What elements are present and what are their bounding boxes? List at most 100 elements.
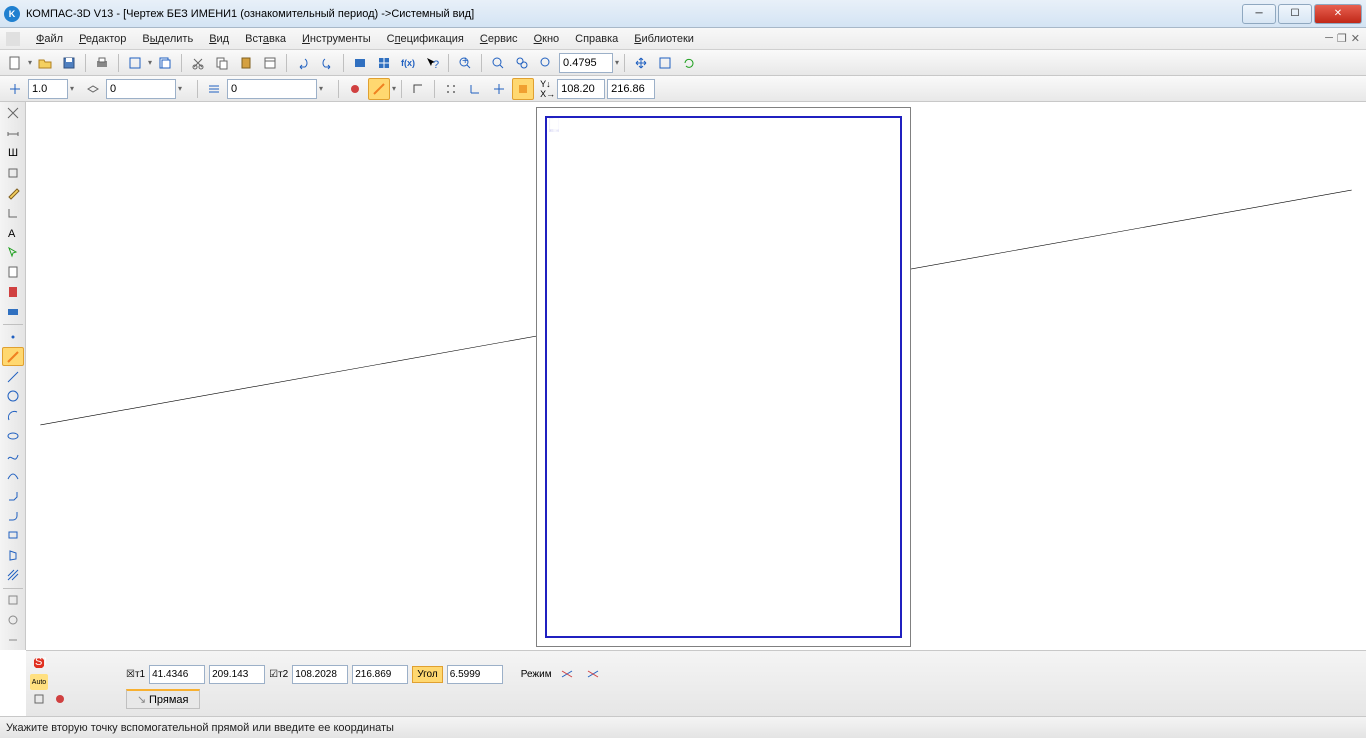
hatch-tool[interactable]: [2, 566, 24, 585]
misc-tool-1[interactable]: [2, 591, 24, 610]
spec-panel-button[interactable]: [2, 263, 24, 282]
variables-button[interactable]: f(x): [397, 52, 419, 74]
t1-checkbox[interactable]: ☒т1: [126, 669, 145, 680]
menu-libs[interactable]: Библиотеки: [626, 31, 702, 47]
grid-button[interactable]: [373, 52, 395, 74]
t1-y-input[interactable]: [209, 665, 265, 684]
menu-file[interactable]: Файл: [28, 31, 71, 47]
select-panel-button[interactable]: [2, 243, 24, 262]
grid-snap-button[interactable]: [440, 78, 462, 100]
t2-y-input[interactable]: [352, 665, 408, 684]
dimensions-panel-button[interactable]: [2, 124, 24, 143]
close-button[interactable]: ✕: [1314, 4, 1362, 24]
angle-input[interactable]: [447, 665, 503, 684]
misc-tool-3[interactable]: [2, 630, 24, 649]
parametric-panel-button[interactable]: [2, 203, 24, 222]
linestyle-icon[interactable]: [203, 78, 225, 100]
zoom-input[interactable]: [559, 53, 613, 73]
minimize-button[interactable]: ─: [1242, 4, 1276, 24]
zoom-window-button[interactable]: [487, 52, 509, 74]
menu-service[interactable]: Сервис: [472, 31, 526, 47]
cut-button[interactable]: [187, 52, 209, 74]
coord-x-input[interactable]: [557, 79, 605, 99]
scale-input[interactable]: [28, 79, 68, 99]
zoom-in-button[interactable]: +: [454, 52, 476, 74]
aux-mode-button[interactable]: [368, 78, 390, 100]
reports-panel-button[interactable]: [2, 283, 24, 302]
layer-toggle-button[interactable]: [82, 78, 104, 100]
mdi-restore[interactable]: ❐: [1337, 32, 1347, 45]
t1-x-input[interactable]: [149, 665, 205, 684]
spline-tool[interactable]: [2, 447, 24, 466]
angle-label[interactable]: Угол: [412, 666, 443, 683]
chamfer-tool[interactable]: [2, 486, 24, 505]
misc-tool-2[interactable]: [2, 610, 24, 629]
preview-button[interactable]: [124, 52, 146, 74]
menu-view[interactable]: Вид: [201, 31, 237, 47]
library-button[interactable]: [349, 52, 371, 74]
pan-button[interactable]: [630, 52, 652, 74]
zoom-fit-button[interactable]: [654, 52, 676, 74]
style-input[interactable]: [227, 79, 317, 99]
point-tool[interactable]: [2, 327, 24, 346]
stop-button[interactable]: STOP: [30, 655, 48, 671]
mdi-doc-icon: [6, 32, 20, 46]
param-mode-button[interactable]: [512, 78, 534, 100]
local-cs-button[interactable]: [464, 78, 486, 100]
auto-button[interactable]: Auto: [30, 674, 48, 690]
maximize-button[interactable]: ☐: [1278, 4, 1312, 24]
t2-x-input[interactable]: [292, 665, 348, 684]
coord-y-input[interactable]: [607, 79, 655, 99]
rect-tool[interactable]: [2, 526, 24, 545]
drawing-canvas[interactable]: Угол 6.5999 +т1: [26, 102, 1366, 650]
mode-opt1[interactable]: [556, 663, 578, 685]
cursor-step-button[interactable]: [4, 78, 26, 100]
mdi-close[interactable]: ✕: [1351, 32, 1360, 45]
mdi-min[interactable]: ─: [1325, 32, 1333, 45]
panel-tab-line[interactable]: ↘ Прямая: [126, 689, 200, 709]
copy-button[interactable]: [211, 52, 233, 74]
zoom-dynamic-button[interactable]: [511, 52, 533, 74]
print-button[interactable]: [91, 52, 113, 74]
ellipse-tool[interactable]: [2, 427, 24, 446]
menu-window[interactable]: Окно: [526, 31, 568, 47]
panel-opt1[interactable]: [30, 691, 48, 707]
line-tool[interactable]: [2, 367, 24, 386]
views-panel-button[interactable]: [2, 303, 24, 322]
construction-panel-button[interactable]: [2, 164, 24, 183]
open-button[interactable]: [34, 52, 56, 74]
arc-tool[interactable]: [2, 407, 24, 426]
aux-line-tool[interactable]: [2, 347, 24, 366]
undo-button[interactable]: [292, 52, 314, 74]
mode-opt2[interactable]: [582, 663, 604, 685]
menu-editor[interactable]: Редактор: [71, 31, 134, 47]
panel-opt2[interactable]: [51, 691, 69, 707]
properties-button[interactable]: [259, 52, 281, 74]
paste-button[interactable]: [235, 52, 257, 74]
layer-input[interactable]: [106, 79, 176, 99]
edit-panel-button[interactable]: [2, 183, 24, 202]
circle-tool[interactable]: [2, 387, 24, 406]
save-button[interactable]: [58, 52, 80, 74]
doc-manager-button[interactable]: [154, 52, 176, 74]
refresh-button[interactable]: [678, 52, 700, 74]
measure-panel-button[interactable]: A: [2, 223, 24, 242]
fillet-tool[interactable]: [2, 506, 24, 525]
menu-help[interactable]: Справка: [567, 31, 626, 47]
new-button[interactable]: [4, 52, 26, 74]
help-cursor-button[interactable]: ?: [421, 52, 443, 74]
bezier-tool[interactable]: [2, 466, 24, 485]
global-cs-button[interactable]: [488, 78, 510, 100]
menu-select[interactable]: Выделить: [134, 31, 201, 47]
notation-panel-button[interactable]: Ш: [2, 144, 24, 163]
menu-spec[interactable]: Спецификация: [379, 31, 472, 47]
geometry-panel-button[interactable]: [2, 104, 24, 123]
menu-insert[interactable]: Вставка: [237, 31, 294, 47]
redo-button[interactable]: [316, 52, 338, 74]
t2-checkbox[interactable]: ☑т2: [269, 669, 288, 680]
polygon-tool[interactable]: [2, 546, 24, 565]
ortho-button[interactable]: [407, 78, 429, 100]
zoom-scale-button[interactable]: [535, 52, 557, 74]
snap-button[interactable]: [344, 78, 366, 100]
menu-tools[interactable]: Инструменты: [294, 31, 379, 47]
